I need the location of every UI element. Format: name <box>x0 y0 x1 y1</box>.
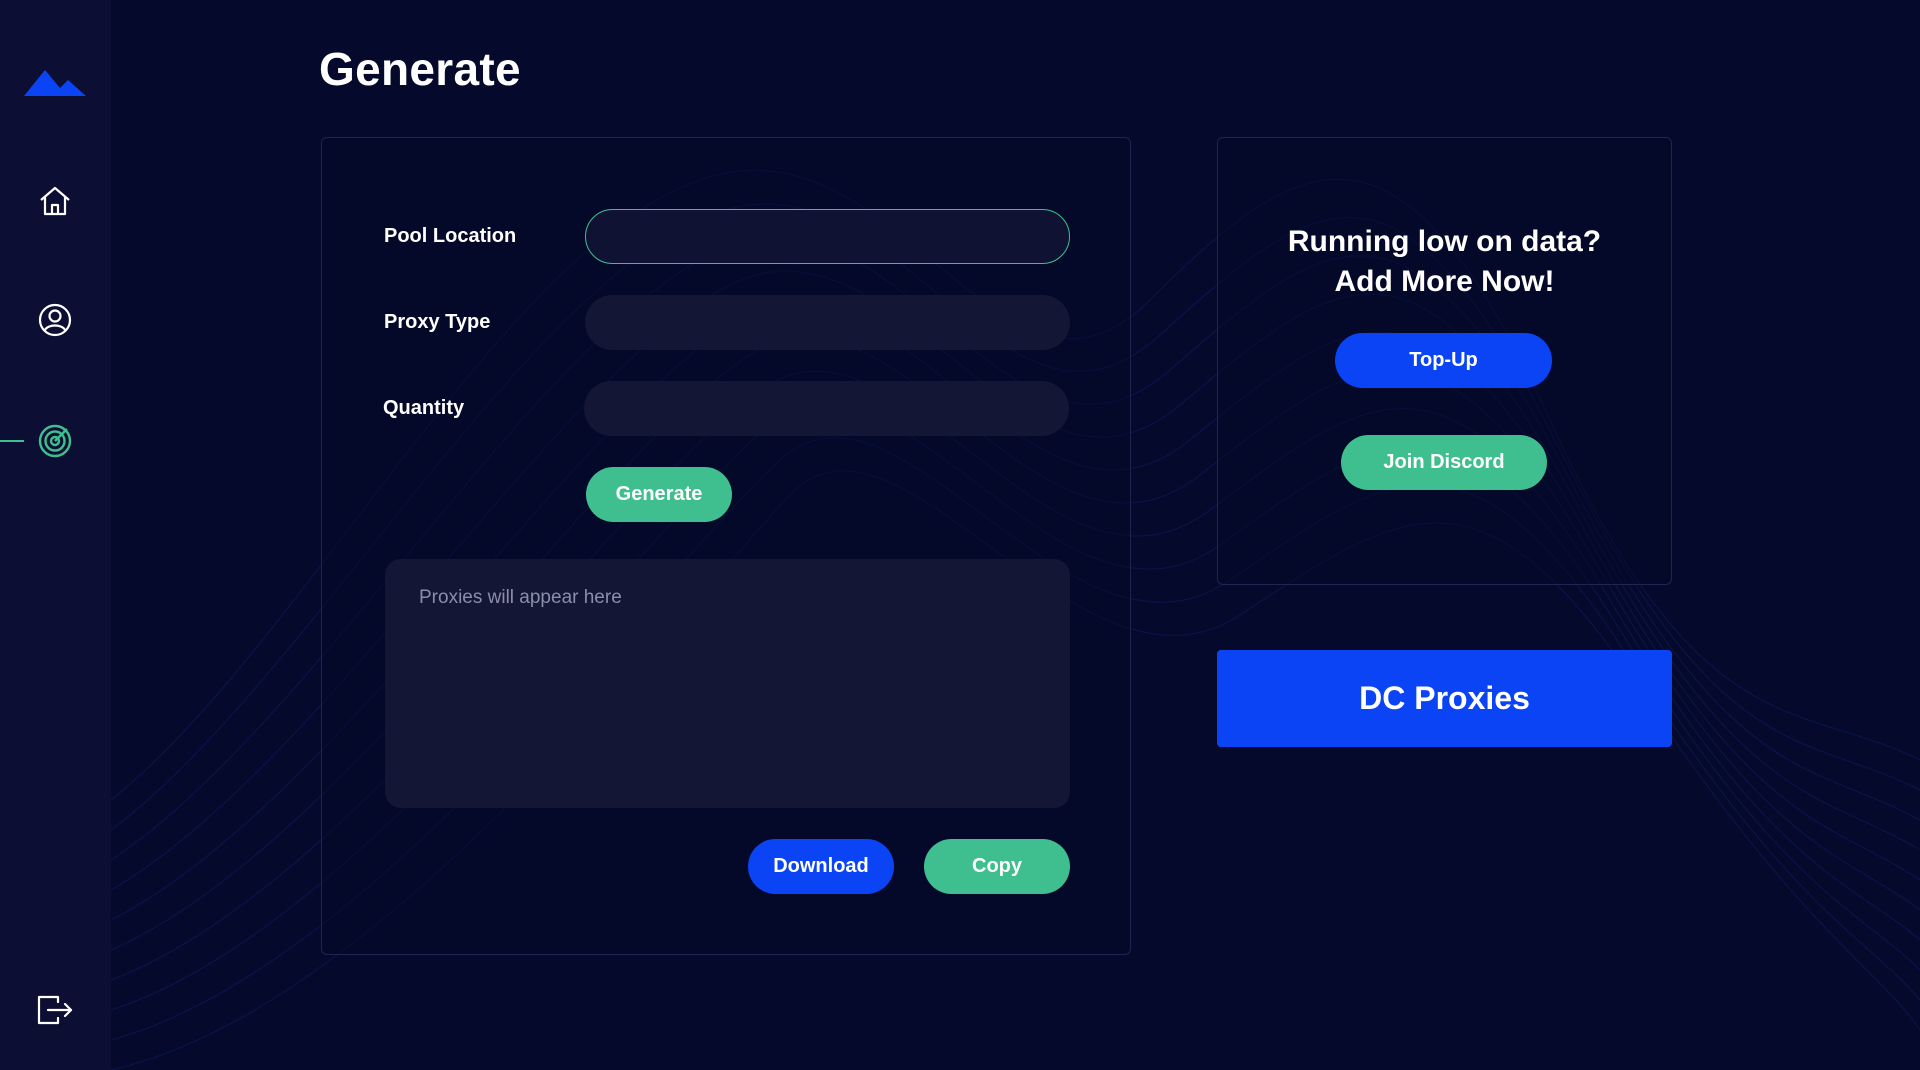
pool-location-label: Pool Location <box>384 225 517 247</box>
target-icon[interactable] <box>34 420 76 462</box>
proxy-type-label: Proxy Type <box>384 311 491 333</box>
quantity-label: Quantity <box>383 397 465 419</box>
generate-button[interactable]: Generate <box>586 467 732 522</box>
home-icon[interactable] <box>34 180 76 222</box>
copy-button[interactable]: Copy <box>924 839 1070 894</box>
quantity-input[interactable] <box>584 381 1069 436</box>
mountain-logo-icon[interactable] <box>24 68 86 96</box>
promo-message: Running low on data? Add More Now! <box>1217 222 1672 302</box>
promo-line-1: Running low on data? <box>1287 225 1602 258</box>
user-icon[interactable] <box>34 299 76 341</box>
sidebar <box>0 0 111 1070</box>
logout-icon[interactable] <box>34 989 76 1031</box>
app-window: Generate Pool Location Proxy Type Quanti… <box>0 0 1920 1070</box>
topup-button[interactable]: Top-Up <box>1335 333 1552 388</box>
page-title: Generate <box>319 43 521 95</box>
promo-line-2: Add More Now! <box>1334 265 1555 298</box>
pool-location-input[interactable] <box>585 209 1070 264</box>
proxies-output-textarea[interactable] <box>385 559 1070 808</box>
dc-proxies-panel[interactable]: DC Proxies <box>1217 650 1672 747</box>
proxy-type-input[interactable] <box>585 295 1070 350</box>
download-button[interactable]: Download <box>748 839 894 894</box>
active-nav-indicator <box>0 440 24 442</box>
join-discord-button[interactable]: Join Discord <box>1341 435 1547 490</box>
